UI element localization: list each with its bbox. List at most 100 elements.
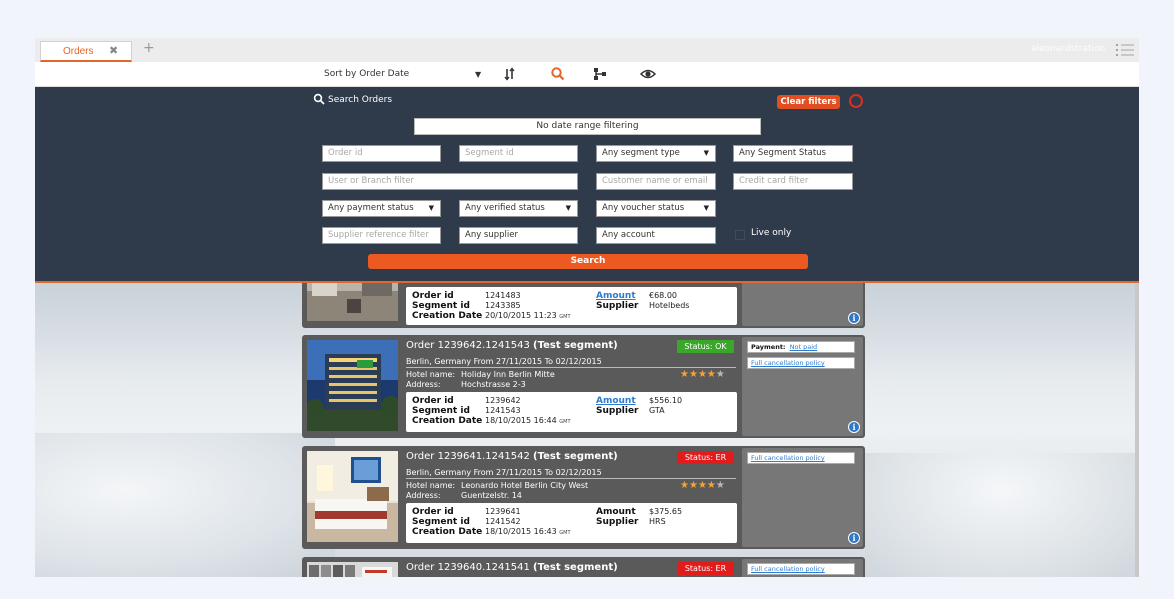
order-side-panel	[742, 283, 863, 326]
order-side-panel: Full cancellation policy	[742, 559, 863, 577]
credit-card-input[interactable]: Credit card filter	[733, 173, 853, 190]
add-tab-button[interactable]: +	[143, 40, 155, 56]
order-card[interactable]: Order 1239642.1241543 (Test segment) Sta…	[302, 335, 865, 438]
payment-status-select[interactable]: Any payment status ▼	[322, 200, 441, 217]
chevron-down-icon[interactable]: ▼	[475, 70, 481, 79]
cancellation-policy-link[interactable]: Full cancellation policy	[751, 565, 825, 573]
live-only-label: Live only	[751, 228, 792, 238]
account-select[interactable]: Any account	[596, 227, 716, 244]
address-label: Address:	[406, 491, 441, 500]
order-card[interactable]: Order 1239640.1241541 (Test segment) Sta…	[302, 557, 865, 577]
order-id-value: 1239641	[485, 507, 521, 516]
creation-date-label: Creation Date	[412, 527, 483, 537]
cancellation-policy-link[interactable]: Full cancellation policy	[751, 359, 825, 367]
search-icon	[313, 93, 325, 105]
test-tag: (Test segment)	[533, 562, 618, 573]
sort-direction-icon[interactable]	[502, 66, 518, 82]
creation-date-label: Creation Date	[412, 416, 483, 426]
user-name[interactable]: aleonardstration	[1031, 44, 1105, 54]
order-title[interactable]: Order 1239642.1241543 (Test segment)	[406, 340, 618, 351]
star-empty-icon: ★	[715, 480, 725, 491]
not-paid-link[interactable]: Not paid	[790, 343, 818, 351]
order-id-input[interactable]: Order id	[322, 145, 441, 162]
eye-icon[interactable]	[640, 66, 656, 82]
filters-panel: Search Orders Clear filters No date rang…	[35, 87, 1139, 281]
creation-date-value: 18/10/2015 16:43 GMT	[485, 527, 571, 536]
star-icon: ★	[706, 369, 716, 380]
background-snow	[35, 433, 335, 577]
segment-id-value: 1243385	[485, 301, 521, 310]
scrollbar[interactable]	[1135, 283, 1139, 577]
info-icon[interactable]: i	[848, 421, 860, 433]
amount-link[interactable]: Amount	[596, 396, 636, 406]
supplier-label: Supplier	[596, 301, 639, 311]
voucher-status-select[interactable]: Any voucher status ▼	[596, 200, 716, 217]
amount-value: $375.65	[649, 507, 683, 516]
star-icon: ★	[706, 480, 716, 491]
payment-status: Payment: Not paid	[747, 341, 855, 353]
menu-icon[interactable]	[1115, 43, 1135, 57]
live-only-checkbox[interactable]	[735, 230, 745, 240]
timezone-label: GMT	[559, 530, 571, 536]
verified-status-select[interactable]: Any verified status ▼	[459, 200, 578, 217]
info-icon[interactable]: i	[848, 532, 860, 544]
star-icon: ★	[697, 480, 707, 491]
hotel-photo[interactable]	[307, 340, 398, 431]
order-card[interactable]: Order id 1241483 Segment id 1243385 Crea…	[302, 283, 865, 328]
order-id-label: Order id	[412, 291, 454, 301]
amount-link[interactable]: Amount	[596, 291, 636, 301]
sort-select[interactable]: Sort by Order Date	[324, 69, 489, 79]
hotel-photo[interactable]	[307, 562, 398, 577]
creation-date-label: Creation Date	[412, 311, 483, 321]
supplier-reference-input[interactable]: Supplier reference filter	[322, 227, 441, 244]
date-range-filter[interactable]: No date range filtering	[414, 118, 761, 135]
tab-orders[interactable]: Orders ✖	[40, 41, 132, 62]
address-value: Guentzelstr. 14	[461, 491, 522, 500]
close-icon[interactable]: ✖	[109, 44, 118, 57]
payment-status-value: Any payment status	[328, 203, 414, 213]
address-value: Hochstrasse 2-3	[461, 380, 526, 389]
address-row: Address: Hochstrasse 2-3	[406, 380, 526, 389]
clear-filters-button[interactable]: Clear filters	[777, 95, 840, 109]
segment-id-input[interactable]: Segment id	[459, 145, 578, 162]
status-badge: Status: ER	[677, 562, 734, 575]
chevron-down-icon: ▼	[428, 204, 434, 212]
close-circle-icon[interactable]	[849, 94, 863, 108]
order-number: Order 1239642.1241543	[406, 340, 530, 351]
supplier-label: Supplier	[596, 406, 639, 416]
toolbar: Sort by Order Date ▼	[35, 62, 1139, 87]
chevron-down-icon: ▼	[565, 204, 571, 212]
segment-status-select[interactable]: Any Segment Status	[733, 145, 853, 162]
order-details: Order id 1239642 Segment id 1241543 Crea…	[406, 392, 737, 432]
order-title[interactable]: Order 1239641.1241542 (Test segment)	[406, 451, 618, 462]
segment-id-value: 1241542	[485, 517, 521, 526]
timezone-label: GMT	[559, 419, 571, 425]
results-list[interactable]: Order id 1241483 Segment id 1243385 Crea…	[35, 283, 1139, 577]
star-rating: ★★★★★	[680, 480, 725, 491]
chevron-down-icon: ▼	[703, 149, 709, 157]
user-branch-input[interactable]: User or Branch filter	[322, 173, 578, 190]
hotel-name-row: Hotel name: Holiday Inn Berlin Mitte	[406, 370, 555, 379]
info-icon[interactable]: i	[848, 312, 860, 324]
search-icon[interactable]	[550, 66, 566, 82]
star-icon: ★	[680, 480, 689, 491]
order-id-value: 1241483	[485, 291, 521, 300]
search-button[interactable]: Search	[368, 254, 808, 269]
order-title[interactable]: Order 1239640.1241541 (Test segment)	[406, 562, 618, 573]
hotel-photo[interactable]	[307, 451, 398, 542]
verified-status-value: Any verified status	[465, 203, 545, 213]
segment-type-select[interactable]: Any segment type ▼	[596, 145, 716, 162]
background-snow	[865, 453, 1139, 577]
creation-date-value: 18/10/2015 16:44 GMT	[485, 416, 571, 425]
supplier-select[interactable]: Any supplier	[459, 227, 578, 244]
order-card[interactable]: Order 1239641.1241542 (Test segment) Sta…	[302, 446, 865, 549]
segment-id-value: 1241543	[485, 406, 521, 415]
tab-bar: Orders ✖ + aleonardstration	[35, 38, 1139, 62]
customer-input[interactable]: Customer name or email	[596, 173, 716, 190]
hotel-photo[interactable]	[307, 283, 398, 321]
hotel-name-value: Leonardo Hotel Berlin City West	[461, 481, 589, 490]
segment-id-label: Segment id	[412, 301, 470, 311]
hotel-name-label: Hotel name:	[406, 481, 456, 490]
hierarchy-icon[interactable]	[592, 66, 608, 82]
cancellation-policy-link[interactable]: Full cancellation policy	[751, 454, 825, 462]
